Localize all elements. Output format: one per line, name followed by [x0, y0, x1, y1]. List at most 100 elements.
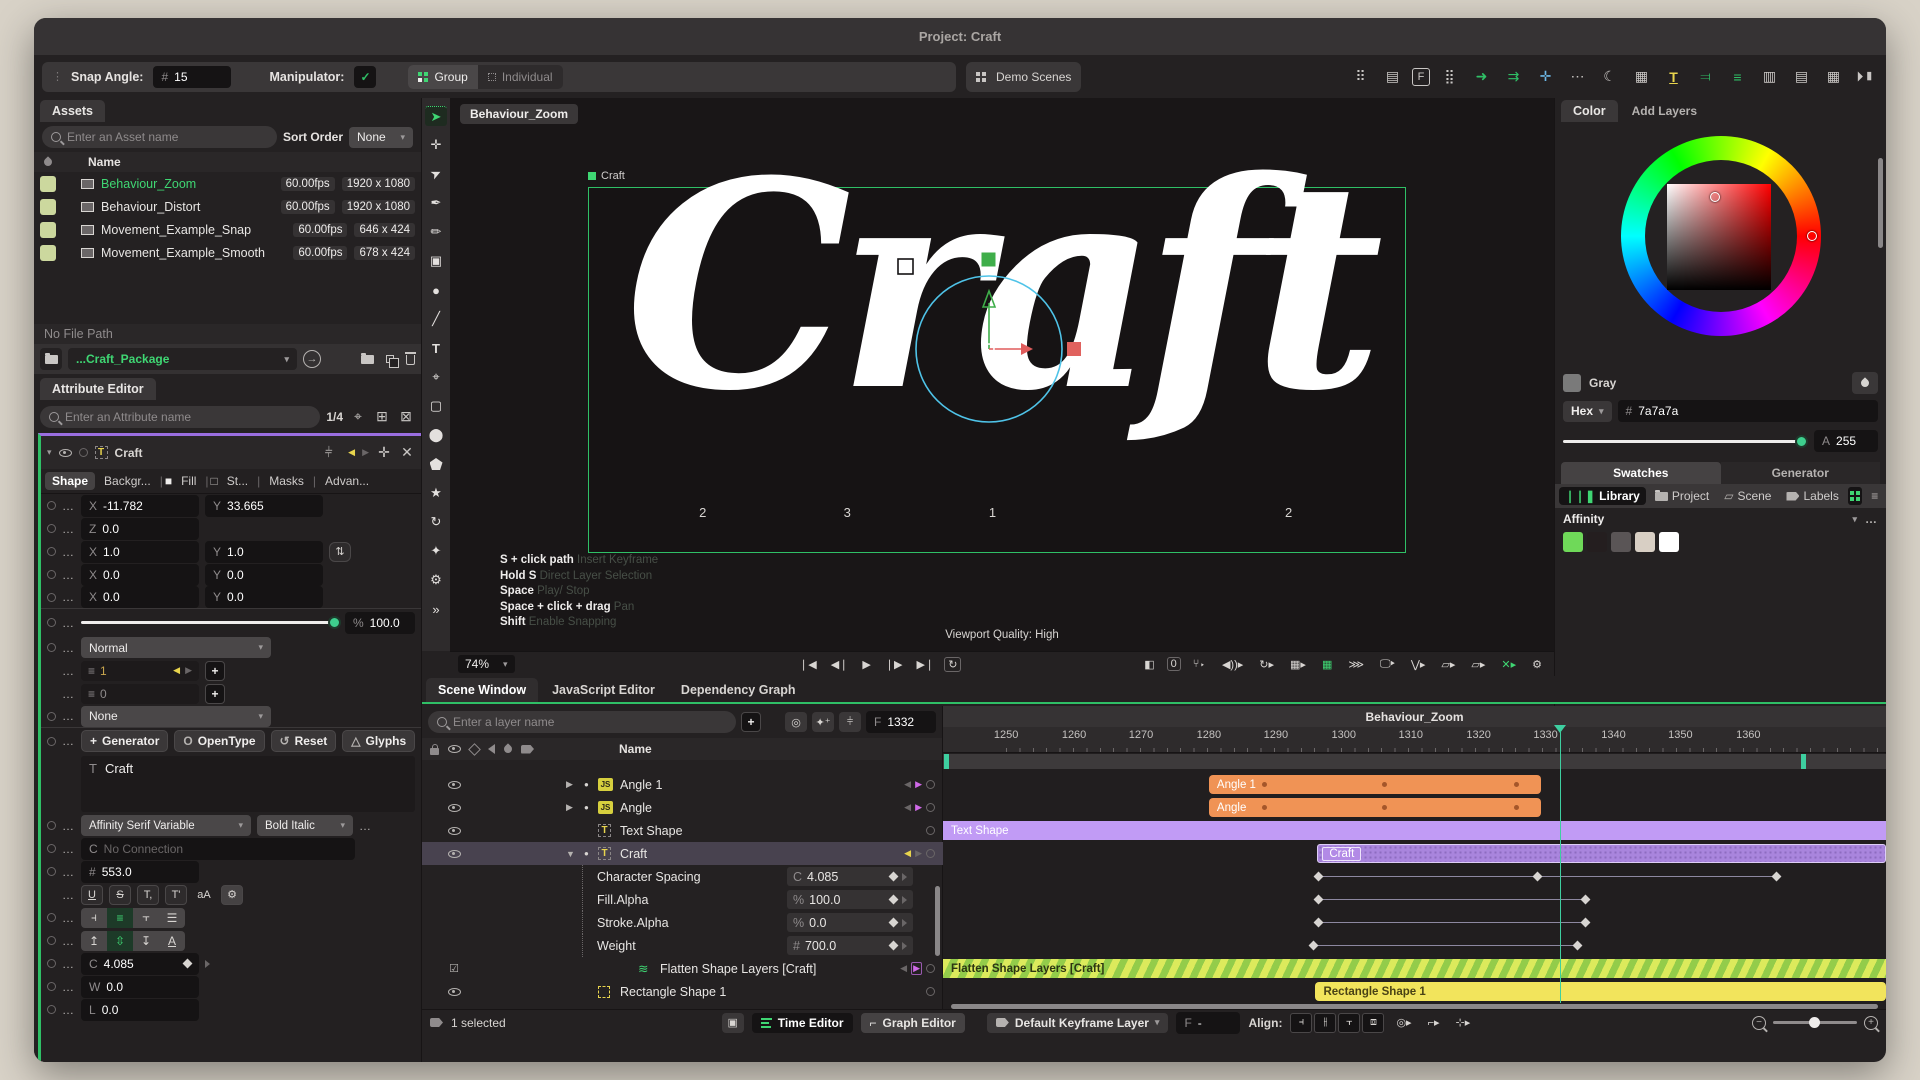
hue-selector[interactable] [1807, 231, 1817, 241]
pen-tool[interactable]: ✒ [425, 193, 447, 213]
zoom-in-icon[interactable]: + [1864, 1016, 1878, 1030]
graph-editor-button[interactable]: ⌐Graph Editor [861, 1013, 965, 1033]
property-row[interactable]: Weight #700.0 [422, 934, 943, 957]
palette-swatch[interactable] [1659, 532, 1679, 552]
connection-socket[interactable] [47, 982, 56, 991]
tab-advanced[interactable]: Advan... [318, 472, 376, 490]
render-camera-icon[interactable]: ⏵▮ [1853, 64, 1878, 89]
row-menu[interactable]: … [62, 664, 75, 678]
timeline-ruler[interactable]: 1250 1260 1270 1280 1290 1300 1310 1320 … [943, 727, 1886, 753]
tab-javascript-editor[interactable]: JavaScript Editor [540, 678, 667, 702]
connection-field[interactable]: CNo Connection [81, 838, 355, 860]
property-value-field[interactable]: C4.085 [787, 867, 913, 886]
generator-button[interactable]: +Generator [81, 730, 168, 752]
time-editor-button[interactable]: Time Editor [752, 1013, 853, 1033]
type-settings-gear-icon[interactable]: ⚙ [221, 885, 243, 905]
viewport-zoom-select[interactable]: 74%▾ [458, 655, 515, 673]
sphere-tool[interactable]: ● [425, 280, 447, 300]
layer-row[interactable]: T Text Shape [422, 819, 943, 842]
audio-icon[interactable]: ◀))▸ [1218, 658, 1247, 671]
asset-color-chip[interactable] [40, 222, 56, 238]
direct-select-tool[interactable]: ➤ [422, 160, 450, 187]
guides-icon[interactable]: ⋙ [1344, 658, 1368, 671]
property-row[interactable]: Character Spacing C4.085 [422, 865, 943, 888]
go-end-button[interactable]: ▶❘ [913, 658, 939, 671]
layer-row[interactable]: ▶● JS Angle 1 ◀▶ [422, 773, 943, 796]
columns-one-icon[interactable]: ▥ [1757, 64, 1782, 89]
asset-row[interactable]: Movement_Example_Smooth 60.00fps 678 x 4… [34, 241, 421, 264]
subscript-button[interactable]: T, [137, 885, 159, 905]
track-area[interactable]: Behaviour_Zoom 1250 1260 1270 1280 1290 … [943, 706, 1886, 1035]
row-menu[interactable]: … [62, 957, 75, 971]
palette-swatch[interactable] [1587, 532, 1607, 552]
transport-gear-icon[interactable]: ⚙ [1528, 658, 1546, 671]
track-bar-craft[interactable]: Craft [1317, 844, 1886, 863]
pin-list-icon[interactable]: ⊞ [373, 404, 391, 429]
connection-socket[interactable] [47, 737, 56, 746]
keyframe-diamond[interactable] [1313, 872, 1323, 882]
snap-grid-icon[interactable]: ▦ [1318, 658, 1336, 671]
add-layer-button[interactable]: + [741, 712, 761, 732]
row-menu[interactable]: … [62, 709, 75, 723]
enabled-check-icon[interactable]: ☑ [449, 962, 459, 975]
demo-scenes-button[interactable]: Demo Scenes [966, 62, 1081, 92]
star-tool[interactable]: ★ [425, 483, 447, 503]
flow-icon[interactable]: ⑂▸ [1189, 658, 1210, 670]
y-field[interactable]: Y33.665 [205, 495, 323, 517]
next-keyframe-icon[interactable]: ▶ [911, 962, 922, 975]
work-area-bar[interactable] [943, 754, 1886, 769]
keyframe-diamond-icon[interactable] [889, 941, 899, 951]
valign-top-button[interactable]: ↥ [81, 931, 107, 951]
rectangle-tool[interactable]: ▢ [425, 396, 447, 416]
alpha-field[interactable]: A255 [1814, 430, 1878, 452]
render-icon[interactable] [468, 743, 481, 756]
next-keyframe-icon[interactable]: ▶ [915, 848, 922, 859]
link-xy-button[interactable]: ⇅ [329, 542, 351, 562]
sv-selector[interactable] [1710, 192, 1720, 202]
curve-option-icon[interactable]: ⌐▸ [1424, 1016, 1444, 1029]
y-field[interactable]: Y1.0 [205, 541, 323, 563]
row-menu[interactable]: … [62, 1003, 75, 1017]
close-icon[interactable]: ✕ [399, 440, 415, 465]
spark-tool[interactable]: ✦ [425, 541, 447, 561]
tab-scene-window[interactable]: Scene Window [426, 678, 538, 702]
asset-color-chip[interactable] [40, 176, 56, 192]
ellipse-tool[interactable]: ⬤ [425, 425, 447, 445]
keyframe-diamond-icon[interactable] [889, 872, 899, 882]
tab-fill[interactable]: Fill [174, 472, 203, 490]
font-size-field[interactable]: #553.0 [81, 861, 199, 883]
trash-icon[interactable] [406, 355, 415, 365]
row-menu[interactable]: … [62, 616, 75, 630]
valign-baseline-button[interactable]: A [159, 931, 185, 951]
kf-align-center-button[interactable]: ⫲ [1314, 1013, 1336, 1033]
attribute-editor-tab[interactable]: Attribute Editor [40, 378, 156, 400]
row-menu[interactable]: … [62, 687, 75, 701]
tab-background[interactable]: Backgr... [97, 472, 158, 490]
visibility-eye-icon[interactable] [448, 781, 461, 789]
y-field[interactable]: Y0.0 [205, 564, 323, 586]
tab-dependency-graph[interactable]: Dependency Graph [669, 678, 808, 702]
line-spacing-field[interactable]: L0.0 [81, 999, 199, 1021]
x-field[interactable]: X0.0 [81, 564, 199, 586]
grid-icon[interactable]: ▦▸ [1286, 658, 1310, 671]
reset-button[interactable]: ↺Reset [271, 730, 337, 752]
package-select[interactable]: ...Craft_Package▾ [68, 348, 297, 370]
align-left-icon[interactable]: ⫤ [1693, 64, 1718, 89]
folder-icon[interactable] [361, 355, 374, 364]
viewport-tab[interactable]: Behaviour_Zoom [460, 104, 578, 124]
layer-name[interactable]: Craft [620, 847, 647, 861]
layer-row[interactable]: ☑ ≋ Flatten Shape Layers [Craft] ◀▶ [422, 957, 943, 980]
connection-socket[interactable] [926, 987, 935, 996]
connection-socket[interactable] [926, 780, 935, 789]
prev-keyframe-icon[interactable]: ◀ [348, 447, 355, 458]
loop-button[interactable]: ↻ [944, 657, 961, 672]
palette-swatch[interactable] [1611, 532, 1631, 552]
connection-socket[interactable] [47, 524, 56, 533]
keyframe-layer-select[interactable]: Default Keyframe Layer▾ [987, 1013, 1169, 1033]
keyframe-diamond[interactable] [1533, 872, 1543, 882]
asset-row[interactable]: Movement_Example_Snap 60.00fps 646 x 424 [34, 218, 421, 241]
clear-cache-icon[interactable]: ✕▸ [1497, 658, 1520, 671]
connection-socket[interactable] [47, 959, 56, 968]
connection-socket[interactable] [47, 593, 56, 602]
stack-field-a[interactable]: ≡1◀▶ [81, 661, 199, 681]
